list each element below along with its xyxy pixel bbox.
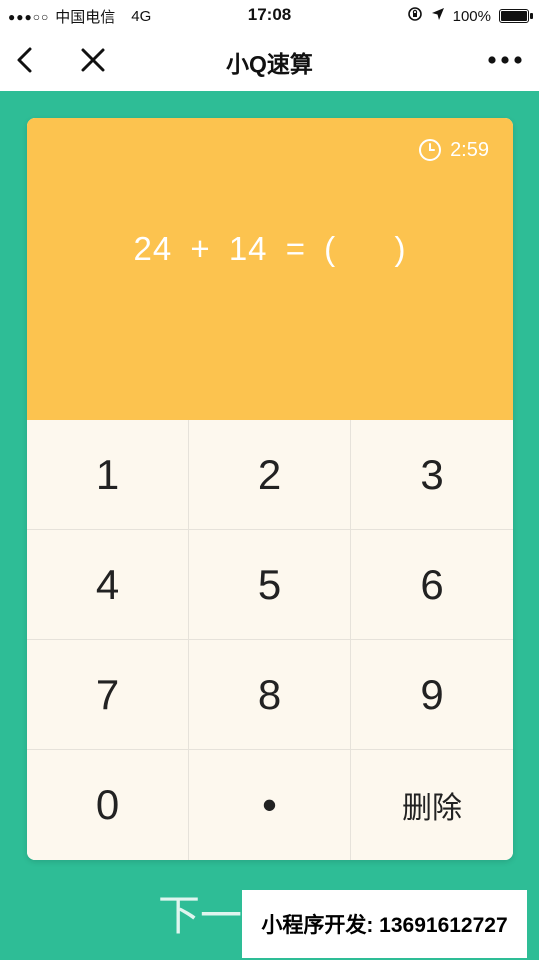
location-icon [431,7,445,25]
battery-percent: 100% [452,7,491,25]
status-bar: ●●●○○ 中国电信 4G 17:08 100% [0,0,539,30]
battery-icon [499,9,533,23]
more-button[interactable] [485,44,525,76]
question-expression: 24 + 14 = ( ) [27,230,513,268]
key-4[interactable]: 4 [27,530,189,640]
key-decimal-point[interactable]: • [189,750,351,860]
answer-close-paren: ) [394,230,407,267]
next-button[interactable]: 下一 [158,882,242,943]
operand-a: 24 [133,230,173,267]
answer-open-paren: ( [324,230,337,267]
quiz-card: 2:59 24 + 14 = ( ) 1 2 3 4 5 6 7 8 9 0 •… [27,118,513,860]
timer-value: 2:59 [450,138,489,161]
key-8[interactable]: 8 [189,640,351,750]
key-3[interactable]: 3 [351,420,513,530]
key-0[interactable]: 0 [27,750,189,860]
key-9[interactable]: 9 [351,640,513,750]
nav-bar: 小Q速算 [0,30,539,91]
rotation-lock-icon [407,6,423,26]
operand-b: 14 [228,230,268,267]
question-panel: 2:59 24 + 14 = ( ) [27,118,513,420]
key-1[interactable]: 1 [27,420,189,530]
watermark-banner: 小程序开发: 13691612727 [242,890,527,958]
key-delete[interactable]: 删除 [351,750,513,860]
key-2[interactable]: 2 [189,420,351,530]
timer: 2:59 [418,138,489,162]
key-7[interactable]: 7 [27,640,189,750]
status-right: 100% [407,6,533,26]
key-5[interactable]: 5 [189,530,351,640]
operator: + [190,230,211,267]
equals-sign: = [285,230,306,267]
more-dots-icon [488,56,522,64]
key-6[interactable]: 6 [351,530,513,640]
clock-icon [419,139,442,161]
page-title: 小Q速算 [226,51,313,77]
keypad: 1 2 3 4 5 6 7 8 9 0 • 删除 [27,420,513,860]
